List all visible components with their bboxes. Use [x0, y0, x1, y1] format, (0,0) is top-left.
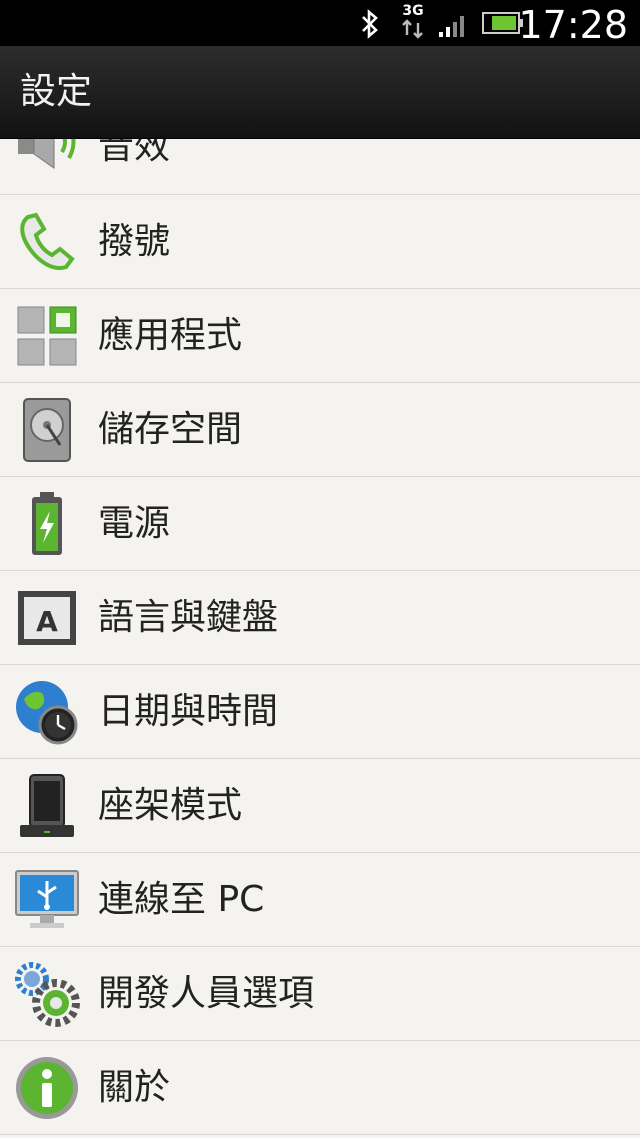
dock-icon	[20, 774, 74, 837]
settings-item-label: 連線至 PC	[98, 879, 265, 920]
page-title: 設定	[20, 71, 93, 112]
settings-item-label: 關於	[98, 1067, 171, 1108]
phone-icon	[20, 212, 75, 270]
settings-item-developer-options[interactable]: 開發人員選項	[0, 947, 640, 1041]
settings-item-connect-pc[interactable]: 連線至 PC	[0, 853, 640, 947]
settings-item-label: 日期與時間	[98, 691, 279, 732]
hard-drive-icon	[23, 398, 71, 462]
battery-power-icon	[32, 492, 62, 555]
settings-item-label: 電源	[98, 503, 171, 544]
svg-text:A: A	[36, 605, 58, 638]
keyboard-key-icon: A	[18, 591, 76, 645]
settings-item-language-keyboard[interactable]: A 語言與鍵盤	[0, 571, 640, 665]
info-icon	[16, 1057, 78, 1119]
title-bar: 設定	[0, 46, 640, 139]
settings-item-about[interactable]: 關於	[0, 1041, 640, 1135]
globe-clock-icon	[16, 681, 78, 745]
settings-item-label: 開發人員選項	[98, 973, 315, 1014]
settings-item-label: 撥號	[98, 221, 171, 262]
settings-item-label: 語言與鍵盤	[98, 597, 279, 638]
apps-grid-icon	[17, 306, 77, 366]
bluetooth-icon	[362, 9, 378, 39]
settings-item-apps[interactable]: 應用程式	[0, 289, 640, 383]
gears-icon	[15, 962, 80, 1027]
3g-data-icon: 3G	[398, 3, 428, 41]
settings-item-dial[interactable]: 撥號	[0, 195, 640, 289]
settings-item-label: 應用程式	[98, 315, 243, 356]
settings-item-date-time[interactable]: 日期與時間	[0, 665, 640, 759]
status-time: 17:28	[518, 3, 628, 47]
signal-icon	[439, 16, 464, 37]
settings-item-power[interactable]: 電源	[0, 477, 640, 571]
settings-item-storage[interactable]: 儲存空間	[0, 383, 640, 477]
settings-item-label: 儲存空間	[98, 409, 243, 450]
settings-list: 音效 撥號 應用程式 儲存空間 電源 A 語言與鍵盤 日期與時間 座架模式 連線…	[0, 100, 640, 1135]
status-bar: 3G 17:28	[0, 0, 640, 47]
network-type-label: 3G	[402, 3, 424, 19]
usb-monitor-icon	[15, 870, 79, 928]
settings-item-dock-mode[interactable]: 座架模式	[0, 759, 640, 853]
settings-item-label: 座架模式	[98, 785, 243, 826]
